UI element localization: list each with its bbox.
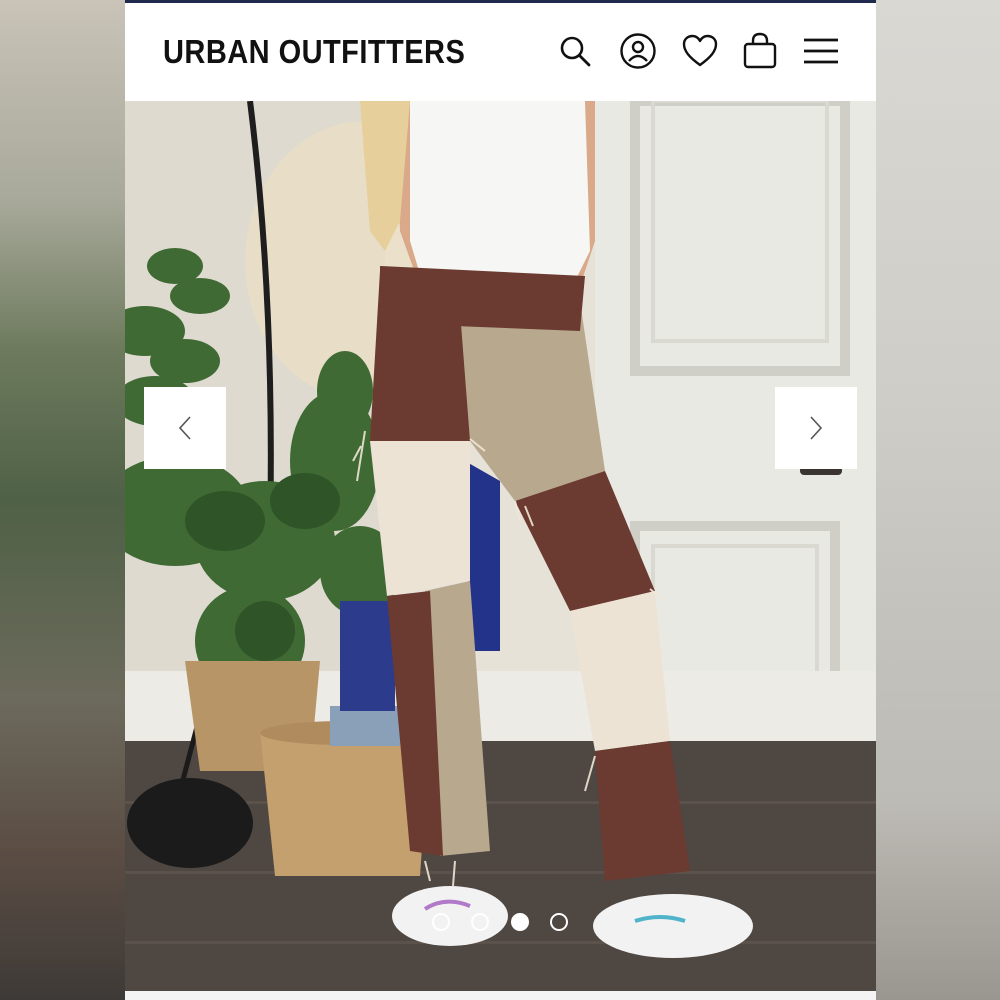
search-icon[interactable]	[555, 31, 595, 71]
mobile-screenshot: URBAN OUTFITTERS	[125, 0, 876, 1000]
wishlist-heart-icon[interactable]	[680, 31, 720, 71]
bottom-divider	[125, 991, 876, 1000]
carousel-pagination	[125, 913, 876, 935]
menu-hamburger-icon[interactable]	[801, 31, 841, 71]
blurred-background-left	[0, 0, 125, 1000]
chevron-right-icon	[810, 416, 823, 440]
carousel-dot-2[interactable]	[471, 913, 489, 931]
blurred-background-right	[876, 0, 1000, 1000]
carousel-prev-button[interactable]	[144, 387, 226, 469]
product-photo-patchwork-jeans	[125, 101, 876, 991]
brand-logo[interactable]: URBAN OUTFITTERS	[163, 33, 465, 71]
carousel-dot-3-active[interactable]	[511, 913, 529, 931]
carousel-dot-4[interactable]	[550, 913, 568, 931]
site-header: URBAN OUTFITTERS	[125, 3, 876, 101]
shopping-bag-icon[interactable]	[740, 31, 780, 71]
carousel-dot-1[interactable]	[432, 913, 450, 931]
carousel-next-button[interactable]	[775, 387, 857, 469]
account-icon[interactable]	[618, 31, 658, 71]
chevron-left-icon	[178, 416, 191, 440]
product-image-carousel[interactable]	[125, 101, 876, 991]
